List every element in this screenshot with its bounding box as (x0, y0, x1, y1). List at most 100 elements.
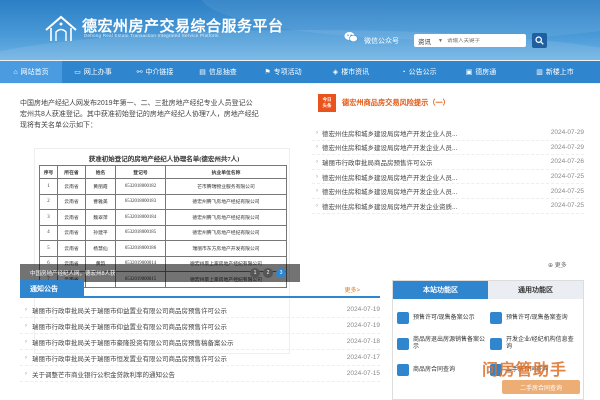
house-icon (397, 338, 409, 350)
flag-icon: ⚑ (264, 69, 271, 76)
function-label: 商品房退出房源销售备案公示 (413, 337, 486, 350)
withdrawn-listing-public-button[interactable]: 商品房退出房源销售备案公示 (397, 333, 486, 355)
list-item-title[interactable]: 德宏州住房和城乡建设局房地产开发企业人员... (322, 186, 532, 196)
main-nav: ⌂ 网站首页 ▭ 网上办事 ⚯ 中介链接 ▤ 信息抽查 ⚑ 专项活动 ◈ 楼市资讯 ◔ 公告公… (0, 61, 600, 83)
list-item-date: 2024-07-18 (346, 338, 380, 345)
slider-article-text: 中国房地产经纪人网发布2019年第一、二、三批房地产经纪专业人员登记公 宏州共8… (20, 98, 300, 131)
wechat-official-account-link[interactable]: 微信公众号 (364, 36, 399, 46)
table-cell: 云南省 (57, 240, 86, 257)
table-cell: 1 (39, 178, 58, 195)
today-headline-badge: 今日 头条 (318, 94, 336, 112)
table-cell: 云南省 (57, 224, 86, 241)
list-item[interactable]: › 德宏州住房和城乡建设局房地产开发企业人员... 2024-07-25 (312, 184, 584, 199)
new-house-contract-query-button[interactable]: 商品房合同查询 (397, 359, 486, 381)
headline-header: 今日 头条 德宏州商品房交易风险提示（一） (318, 94, 578, 112)
tab-general-functions[interactable]: 通用功能区 (488, 281, 583, 299)
table-cell: 德宏州腾飞房地产经纪有限公司 (165, 224, 287, 241)
list-item[interactable]: › 德宏州住房和城乡建设局房地产开发企业人员... 2024-07-25 (312, 170, 584, 185)
list-item-title[interactable]: 瑞丽市行政审批局关于瑞丽市豪隆投资有限公司商品房预售稿备案公示 (32, 337, 334, 347)
list-item-date: 2024-07-15 (346, 370, 380, 377)
list-item[interactable]: › 瑞丽市行政审批局关于瑞丽市豪隆投资有限公司商品房预售稿备案公示 2024-0… (20, 334, 380, 350)
list-item-title[interactable]: 瑞丽市行政审批局关于瑞丽市仰益置业有限公司商品房预售许可公示 (32, 321, 334, 331)
presale-permit-query-button[interactable]: 预售许可/现售备案查询 (490, 307, 579, 329)
chevron-down-icon[interactable]: ▼ (438, 38, 443, 44)
list-item-title[interactable]: 瑞丽市行政审批局商品房预售许可公示 (322, 157, 532, 167)
nav-item-announcements[interactable]: ◔ 公告公示 (386, 61, 452, 83)
chevron-right-icon: › (24, 322, 28, 329)
nav-item-defangtong[interactable]: ▣ 德房通 (452, 61, 510, 83)
list-item-title[interactable]: 德宏州住房和城乡建设局房地产开发企业人员... (322, 128, 532, 138)
nav-item-online-service[interactable]: ▭ 网上办事 (62, 61, 124, 83)
search-category-select[interactable]: 资讯 (414, 36, 438, 46)
slider-text-line: 宏州共8人获准登记。其中获准初始登记的房地产经纪人协理7人，房地产经纪 (20, 111, 259, 118)
table-cell: 云南省 (57, 178, 86, 195)
notice-list: › 瑞丽市行政审批局关于瑞丽市仰益置业有限公司商品房预售许可公示 2024-07… (20, 302, 380, 382)
list-item-title[interactable]: 瑞丽市行政审批局关于瑞丽市恒发置业有限公司商品房预售许可公示 (32, 353, 334, 363)
chevron-right-icon: › (316, 144, 318, 151)
list-item[interactable]: › 瑞丽市行政审批局关于瑞丽市仰益置业有限公司商品房预售许可公示 2024-07… (20, 318, 380, 334)
table-cell: 德宏州腾飞房地产经纪有限公司 (165, 193, 287, 210)
nav-item-info-check[interactable]: ▤ 信息抽查 (186, 61, 250, 83)
table-header: 执业单位名称 (165, 165, 287, 179)
site-subtitle: Dehong Real Estate Transaction Integrate… (84, 33, 219, 38)
table-cell: 2 (39, 193, 58, 210)
bell-icon: ◔ (401, 68, 406, 76)
list-item[interactable]: › 瑞丽市行政审批局商品房预售许可公示 2024-07-26 (312, 155, 584, 170)
document-icon: ▤ (199, 69, 206, 76)
search-bar: 资讯 ▼ (414, 34, 526, 47)
table-header: 姓名 (85, 165, 116, 179)
slider-dot-active[interactable]: 3 (276, 268, 286, 278)
slider-text-line: 中国房地产经纪人网发布2019年第一、二、三批房地产经纪专业人员登记公 (20, 100, 253, 107)
table-cell: 孙建平 (85, 224, 116, 241)
chevron-right-icon: › (24, 370, 28, 377)
list-item-title[interactable]: 德宏州住房和城乡建设局房地产开发企业人员... (322, 142, 532, 152)
table-header: 序号 (39, 165, 58, 179)
function-label: 开发企业/经纪机构信息查询 (506, 337, 574, 350)
table-row: 4 云南省 孙建平 6532018000185 德宏州腾飞房地产经纪有限公司 (39, 224, 287, 241)
home-icon: ⌂ (13, 68, 18, 76)
site-logo-icon[interactable] (44, 14, 78, 44)
wechat-icon[interactable] (344, 31, 358, 43)
table-cell: 魏翠萍 (85, 209, 116, 226)
list-item-title[interactable]: 瑞丽市行政审批局关于瑞丽市仰益置业有限公司商品房预售许可公示 (32, 305, 334, 315)
list-item-title[interactable]: 德宏州住房和城乡建设局房地产开发企业人员... (322, 172, 532, 182)
list-item-title[interactable]: 德宏州住房和城乡建设局房地产开发企业资质... (322, 201, 532, 211)
list-item[interactable]: › 德宏州住房和城乡建设局房地产开发企业人员... 2024-07-29 (312, 126, 584, 141)
list-item-date: 2024-07-17 (346, 354, 380, 361)
notice-more-link[interactable]: 更多> (344, 285, 360, 294)
headline-title[interactable]: 德宏州商品房交易风险提示（一） (342, 98, 450, 108)
presale-permit-public-button[interactable]: 预售许可/现售备案公示 (397, 307, 486, 329)
tab-site-functions[interactable]: 本站功能区 (393, 281, 488, 299)
list-item[interactable]: › 关于调整芒市商业银行公积金贷款利率的通知公告 2024-07-15 (20, 366, 380, 382)
list-item[interactable]: › 瑞丽市行政审批局关于瑞丽市恒发置业有限公司商品房预售许可公示 2024-07… (20, 350, 380, 366)
list-item-date: 2024-07-29 (550, 129, 584, 137)
nav-item-new-listings[interactable]: ▥ 新楼上市 (510, 61, 600, 83)
slider-dot[interactable]: 2 (263, 268, 273, 278)
list-item-title[interactable]: 关于调整芒市商业银行公积金贷款利率的通知公告 (32, 369, 334, 379)
nav-item-label: 专项活动 (273, 69, 302, 76)
notice-header: 通知公告 更多> (20, 280, 380, 298)
tab-notices[interactable]: 通知公告 (20, 280, 84, 298)
table-cell: 6532018000182 (115, 178, 166, 195)
building-icon: ▥ (536, 69, 543, 76)
slider-dot[interactable]: 1 (250, 268, 260, 278)
list-item-date: 2024-07-19 (346, 306, 380, 313)
headline-more-link[interactable]: ⊕ 更多 (548, 260, 567, 269)
list-item[interactable]: › 德宏州住房和城乡建设局房地产开发企业人员... 2024-07-29 (312, 141, 584, 156)
slider-caption-text[interactable]: 中国房地产经纪人网，德宏州8人获 (30, 269, 116, 277)
list-item[interactable]: › 德宏州住房和城乡建设局房地产开发企业资质... 2024-07-25 (312, 199, 584, 214)
nav-item-market-news[interactable]: ◈ 楼市资讯 (316, 61, 386, 83)
search-button[interactable] (532, 33, 547, 48)
list-item-date: 2024-07-25 (550, 187, 584, 195)
badge-text: 头条 (322, 102, 332, 108)
headline-list: › 德宏州住房和城乡建设局房地产开发企业人员... 2024-07-29 › 德… (312, 126, 584, 214)
search-input[interactable] (446, 37, 521, 44)
list-item[interactable]: › 瑞丽市行政审批局关于瑞丽市仰益置业有限公司商品房预售许可公示 2024-07… (20, 302, 380, 318)
nav-item-special-activities[interactable]: ⚑ 专项活动 (250, 61, 316, 83)
nav-item-agency-links[interactable]: ⚯ 中介链接 (124, 61, 186, 83)
site-header: 德宏州房产交易综合服务平台 Dehong Real Estate Transac… (0, 0, 600, 60)
table-cell: 6532018000184 (115, 209, 166, 226)
developer-query-button[interactable]: 开发企业/经纪机构信息查询 (490, 333, 579, 355)
nav-item-label: 楼市资讯 (341, 69, 370, 76)
nav-item-home[interactable]: ⌂ 网站首页 (0, 61, 62, 83)
